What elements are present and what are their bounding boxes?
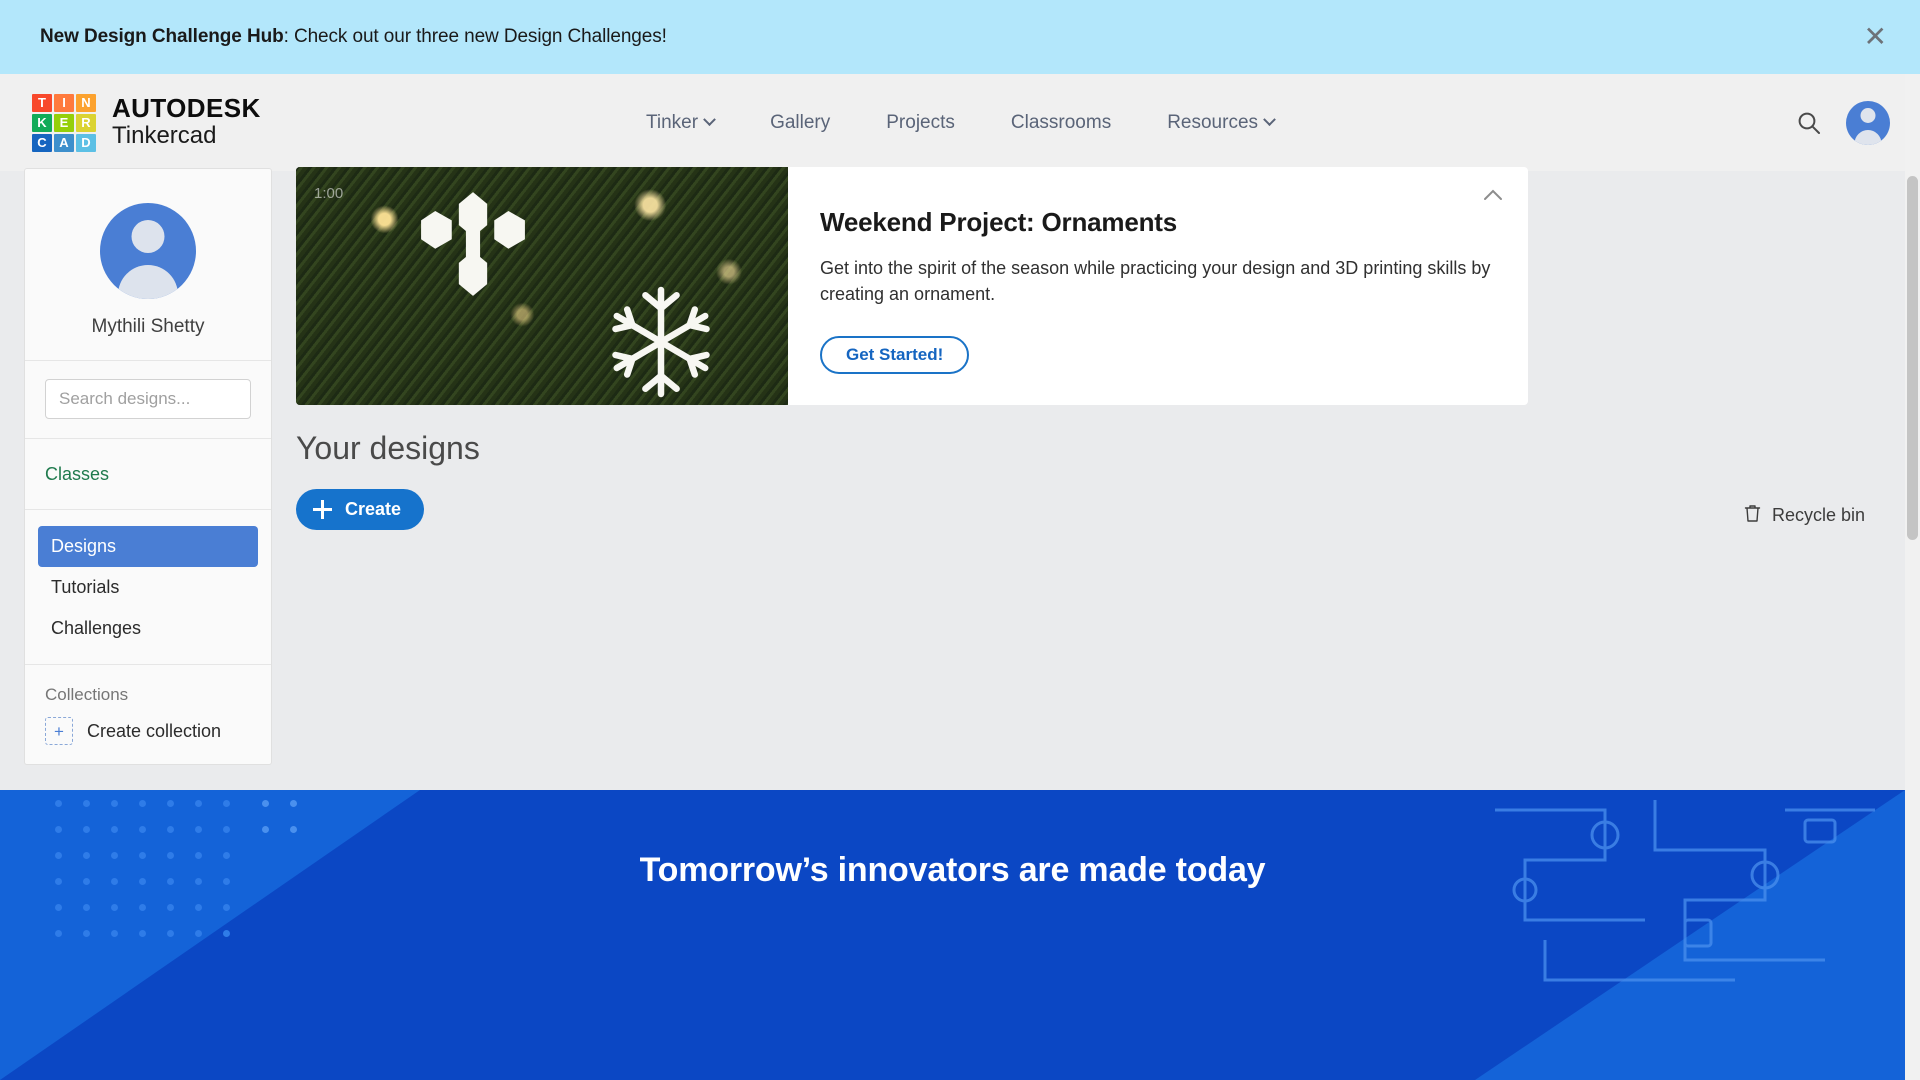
footer-title: Tomorrow’s innovators are made today — [639, 851, 1266, 889]
announcement-bold: New Design Challenge Hub — [40, 26, 284, 47]
user-avatar-icon[interactable] — [1846, 100, 1890, 145]
logo-cell: D — [76, 133, 96, 152]
snowflake-icon — [596, 277, 726, 405]
footer-dot-pattern-secondary — [262, 800, 318, 852]
sidebar-search-container — [25, 361, 271, 439]
sidebar-item-classes[interactable]: Classes — [25, 455, 271, 494]
main-navigation: Tinker Gallery Projects Classrooms Resou… — [0, 112, 1920, 134]
sidebar-collections-group: Collections + Create collection — [25, 665, 271, 764]
avatar-head — [1860, 107, 1876, 123]
promo-card: 1:00 Weekend Project: Ornaments Get into… — [296, 167, 1528, 405]
nav-item-classrooms[interactable]: Classrooms — [983, 112, 1139, 134]
search-input[interactable] — [45, 379, 251, 419]
logo-cell: A — [54, 133, 74, 152]
nav-item-gallery[interactable]: Gallery — [742, 112, 858, 134]
promo-content: Weekend Project: Ornaments Get into the … — [788, 167, 1528, 405]
tinkercad-logo[interactable]: T I N K E R C A D AUTODESK Tinkercad — [32, 93, 261, 152]
circuit-line-art-icon — [1495, 800, 1875, 982]
announcement-text: New Design Challenge Hub: Check out our … — [40, 26, 667, 48]
plus-icon — [313, 500, 332, 519]
plus-icon: + — [45, 717, 73, 745]
scrollbar-thumb[interactable] — [1907, 176, 1918, 540]
logo-cell: T — [32, 93, 52, 112]
create-button[interactable]: Create — [296, 489, 425, 530]
autodesk-brand: AUTODESK — [112, 93, 261, 124]
footer-banner: Tomorrow’s innovators are made today — [0, 790, 1905, 1080]
logo-cell: K — [32, 113, 52, 132]
create-button-label: Create — [345, 499, 402, 519]
promo-title: Weekend Project: Ornaments — [820, 207, 1177, 237]
announcement-rest: : Check out our three new Design Challen… — [283, 26, 667, 47]
nav-item-tinker[interactable]: Tinker — [618, 112, 742, 134]
chevron-down-icon — [703, 113, 716, 127]
nav-label: Resources — [1167, 111, 1259, 133]
create-collection-label: Create collection — [87, 720, 222, 741]
close-icon[interactable]: ✕ — [1864, 23, 1887, 51]
page-scrollbar[interactable] — [1905, 74, 1920, 1080]
username-label: Mythili Shetty — [91, 316, 205, 337]
search-icon[interactable] — [1796, 110, 1822, 136]
get-started-button[interactable]: Get Started! — [820, 336, 970, 375]
nav-item-resources[interactable]: Resources — [1139, 112, 1302, 134]
logo-cell: R — [76, 113, 96, 132]
promo-image: 1:00 — [296, 167, 788, 405]
promo-image-time: 1:00 — [314, 185, 344, 202]
nav-label: Tinker — [645, 111, 699, 133]
sidebar-main-group: Designs Tutorials Challenges — [25, 510, 271, 665]
sidebar-item-tutorials[interactable]: Tutorials — [38, 567, 258, 608]
promo-description: Get into the spirit of the season while … — [820, 258, 1491, 304]
sidebar: Mythili Shetty Classes Designs Tutorials… — [24, 168, 272, 765]
avatar-head — [131, 220, 165, 253]
create-collection-button[interactable]: + Create collection — [25, 711, 271, 749]
collections-caption: Collections — [45, 685, 129, 704]
avatar-body — [1854, 129, 1882, 145]
sidebar-profile: Mythili Shetty — [25, 169, 271, 361]
logo-cell: I — [54, 93, 74, 112]
nav-label: Classrooms — [1010, 111, 1112, 133]
logo-cell: E — [54, 113, 74, 132]
recycle-bin-label: Recycle bin — [1771, 505, 1865, 525]
recycle-bin-button[interactable]: Recycle bin — [1743, 503, 1865, 528]
nav-label: Projects — [886, 111, 955, 133]
announcement-banner: New Design Challenge Hub: Check out our … — [0, 0, 1920, 74]
sidebar-item-designs[interactable]: Designs — [38, 526, 258, 567]
logo-cell: N — [76, 93, 96, 112]
tinkercad-brand: Tinkercad — [112, 122, 217, 150]
logo-grid-icon: T I N K E R C A D — [32, 93, 96, 152]
snowflake-icon — [414, 185, 532, 303]
nav-item-projects[interactable]: Projects — [858, 112, 983, 134]
sidebar-item-challenges[interactable]: Challenges — [38, 608, 258, 649]
avatar-body — [118, 265, 178, 299]
site-header: T I N K E R C A D AUTODESK Tinkercad Tin… — [0, 74, 1920, 171]
header-actions — [1796, 100, 1890, 145]
logo-wordmark: AUTODESK Tinkercad — [112, 93, 261, 150]
chevron-down-icon — [1263, 113, 1276, 127]
chevron-up-icon[interactable] — [1480, 183, 1506, 209]
trash-icon — [1743, 503, 1762, 528]
nav-label: Gallery — [770, 111, 831, 133]
sidebar-classes-group: Classes — [25, 439, 271, 510]
avatar[interactable] — [100, 203, 196, 299]
page-title: Your designs — [296, 430, 480, 466]
logo-cell: C — [32, 133, 52, 152]
